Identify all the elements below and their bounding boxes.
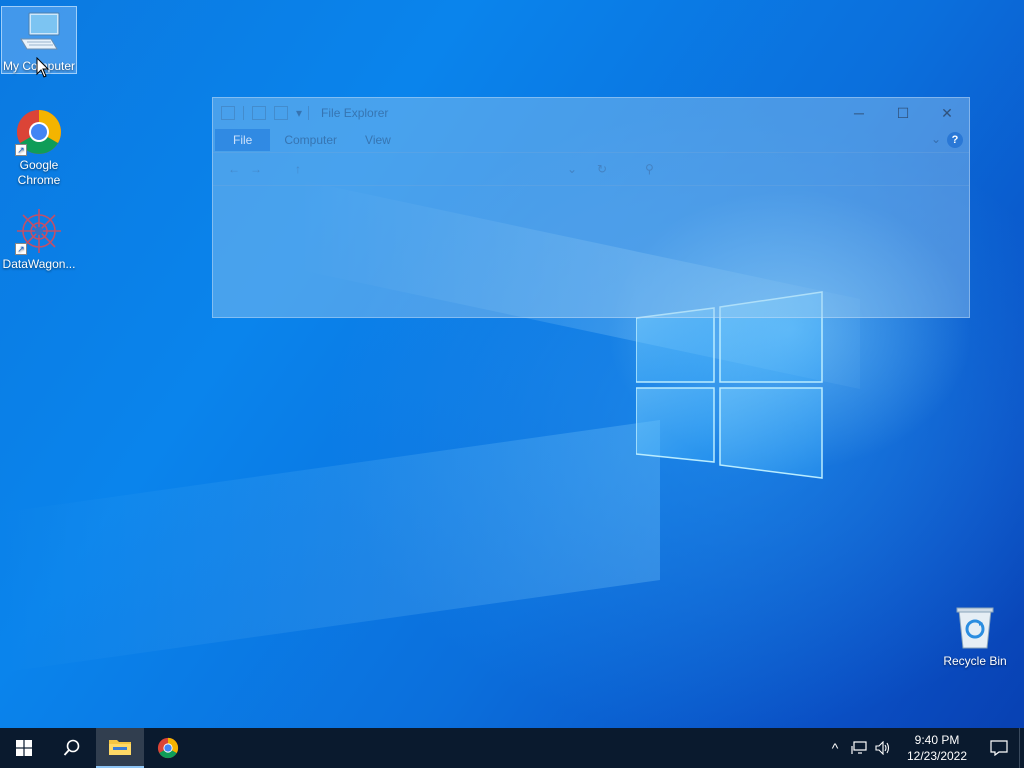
desktop-icon-google-chrome[interactable]: ↗ Google Chrome [1, 106, 77, 188]
folder-icon [109, 740, 131, 755]
divider [308, 106, 310, 120]
start-button[interactable] [0, 728, 48, 768]
taskbar-chrome[interactable] [144, 728, 192, 768]
tab-computer[interactable]: Computer [270, 129, 351, 151]
clock-date: 12/23/2022 [906, 749, 968, 763]
action-center-button[interactable] [979, 728, 1019, 768]
desktop-icon-recycle-bin[interactable]: Recycle Bin [937, 602, 1013, 669]
file-explorer-window[interactable]: ▾ File Explorer ─ ☐ ✕ File Computer View… [212, 97, 970, 318]
tab-file[interactable]: File [215, 129, 271, 151]
minimize-button[interactable]: ─ [837, 98, 881, 128]
explorer-app-icon [221, 106, 235, 120]
customize-quick-access-icon[interactable]: ▾ [296, 106, 302, 120]
desktop-icon-label: DataWagon... [2, 257, 76, 271]
properties-icon[interactable] [252, 106, 266, 120]
light-beam [0, 420, 660, 673]
address-dropdown-icon[interactable]: ⌄ [567, 162, 577, 176]
windows-wallpaper-logo [636, 291, 823, 479]
show-hidden-icons-chevron-icon[interactable]: ^ [823, 728, 847, 768]
clock[interactable]: 9:40 PM 12/23/2022 [901, 732, 973, 764]
shortcut-arrow-icon: ↗ [15, 144, 27, 156]
expand-ribbon-icon[interactable]: ⌄ [931, 132, 941, 146]
tab-view[interactable]: View [351, 129, 405, 151]
address-bar-row: ← → ↑ ⌄ ↻ ⚲ [213, 152, 969, 186]
desktop-icon-label: Google [19, 158, 59, 172]
recycle-bin-icon [951, 604, 999, 652]
new-folder-icon[interactable] [274, 106, 288, 120]
explorer-titlebar[interactable]: ▾ File Explorer ─ ☐ ✕ [213, 98, 969, 128]
search-icon[interactable]: ⚲ [645, 162, 654, 176]
close-button[interactable]: ✕ [925, 98, 969, 128]
show-desktop-button[interactable] [1019, 728, 1024, 768]
computer-icon [15, 9, 63, 57]
up-arrow-icon[interactable]: ↑ [287, 162, 309, 176]
chrome-icon: ↗ [15, 108, 63, 156]
window-title: File Explorer [321, 106, 389, 120]
ribbon-tabs: File Computer View ⌄ ? [213, 128, 969, 152]
refresh-icon[interactable]: ↻ [597, 162, 607, 176]
divider [243, 106, 244, 120]
desktop-icon-label: Recycle Bin [943, 654, 1007, 668]
maximize-button[interactable]: ☐ [881, 98, 925, 128]
datawagon-icon: ↗ [15, 207, 63, 255]
notification-icon [990, 740, 1008, 756]
mouse-cursor-icon [36, 57, 50, 78]
system-tray: ^ 9:40 PM 12/23/2022 [823, 728, 1024, 768]
windows-start-icon [16, 740, 32, 756]
forward-arrow-icon[interactable]: → [245, 162, 267, 176]
network-icon[interactable] [847, 728, 871, 768]
taskbar-file-explorer[interactable] [96, 728, 144, 768]
desktop-icon-label: Chrome [17, 173, 61, 187]
volume-icon[interactable] [871, 728, 895, 768]
search-button[interactable] [48, 728, 96, 768]
chrome-icon [157, 737, 179, 759]
search-icon [63, 739, 80, 756]
desktop-icon-datawagon[interactable]: ↗ DataWagon... [1, 205, 77, 272]
clock-time: 9:40 PM [914, 733, 960, 747]
help-icon[interactable]: ? [947, 132, 963, 148]
shortcut-arrow-icon: ↗ [15, 243, 27, 255]
taskbar: ^ 9:40 PM 12/23/2022 [0, 728, 1024, 768]
back-arrow-icon[interactable]: ← [223, 162, 245, 176]
